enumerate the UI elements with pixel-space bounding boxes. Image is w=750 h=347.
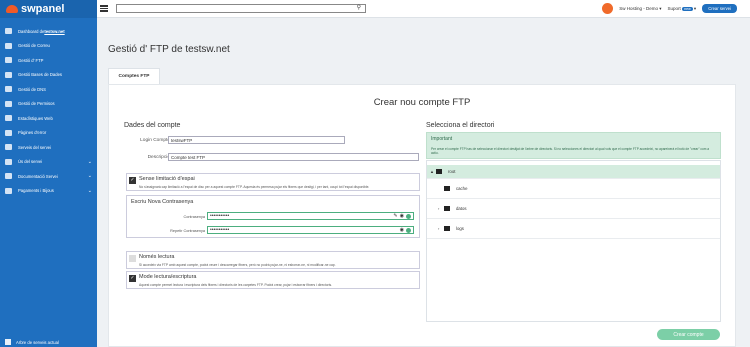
sidebar-item-databases[interactable]: Gestió Bases de Dades <box>0 68 97 83</box>
sidebar-item-error-pages[interactable]: Pàgines d'error <box>0 126 97 141</box>
sidebar-nav: Dashboard de testsw.net Gestió de Correu… <box>0 18 97 198</box>
chevron-down-icon: ⌄ <box>87 158 92 165</box>
stats-icon <box>5 115 12 122</box>
read-write-checkbox[interactable]: ✓ <box>129 275 136 282</box>
sidebar: swpanel Dashboard de testsw.net Gestió d… <box>0 0 97 347</box>
monitor-icon <box>5 28 12 35</box>
sidebar-item-service-services[interactable]: Serveis del servei <box>0 140 97 155</box>
tree-icon <box>5 339 11 345</box>
option-read-write[interactable]: ✓ Mode lectura/escriptura Aquest compte … <box>126 271 420 289</box>
sidebar-item-ftp[interactable]: Gestió d' FTP <box>0 53 97 68</box>
sidebar-item-payments[interactable]: Pagaments i Bijous ⌄ <box>0 184 97 199</box>
tree-node-datos[interactable]: › datos <box>427 199 720 219</box>
folder-icon <box>444 226 450 231</box>
swpanel-logo-icon <box>6 5 18 13</box>
important-title: Important <box>431 136 453 142</box>
new-password-title: Escriu Nova Contrasenya <box>131 199 194 205</box>
option-unlimited-space[interactable]: ✓ Sense limitació d'espai No s'assignarà… <box>126 173 420 191</box>
unlimited-space-title: Sense limitació d'espai <box>139 176 195 182</box>
important-desc: Per crear el compte FTP has de seleccion… <box>431 147 710 156</box>
folder-icon <box>5 57 12 64</box>
sidebar-footer-service-tree[interactable]: Arbre de serveis actual <box>5 339 59 345</box>
brand-name: swpanel <box>21 3 65 15</box>
unlimited-space-checkbox[interactable]: ✓ <box>129 177 136 184</box>
password-label: Contrasenya <box>183 215 205 219</box>
avatar[interactable] <box>602 3 614 14</box>
tree-node-logs[interactable]: › logs <box>427 219 720 239</box>
support-menu[interactable]: Suport new ▾ <box>668 6 696 12</box>
read-only-title: Només lectura <box>139 254 175 260</box>
unlimited-space-desc: No s'assignarà cap limitació a l'espai d… <box>139 185 370 189</box>
create-service-button[interactable]: Crear servei <box>702 4 737 13</box>
account-data-heading: Dades del compte <box>124 122 181 129</box>
tree-node-cache[interactable]: cache <box>427 179 720 199</box>
repeat-password-label: Repetir Contrasenya <box>170 229 205 233</box>
login-field[interactable]: testswFTP <box>168 136 345 144</box>
login-label: Login Compte <box>140 138 170 143</box>
sidebar-item-dns[interactable]: Gestió de DNS <box>0 82 97 97</box>
chevron-down-icon: ⌄ <box>87 187 92 194</box>
tree-node-root[interactable]: ▲ root <box>427 165 720 179</box>
chevron-down-icon: ⌄ <box>87 173 92 180</box>
tab-ftp-accounts[interactable]: Comptes FTP <box>108 68 160 84</box>
create-account-button[interactable]: Crear compte <box>657 329 720 340</box>
topbar: ⚲ Sw Hosting - Demo ▾ Suport new ▾ Crear… <box>97 0 750 18</box>
directory-heading: Selecciona el directori <box>426 122 495 129</box>
page-title: Gestió d' FTP de testsw.net <box>108 44 230 55</box>
description-field[interactable]: Compte test FTP <box>168 153 419 161</box>
sidebar-item-usage[interactable]: Ús del servei ⌄ <box>0 155 97 170</box>
repeat-password-field[interactable]: ••••••••••• ◉ <box>207 226 414 234</box>
eye-icon[interactable]: ◉ <box>400 227 404 233</box>
brand-logo[interactable]: swpanel <box>0 0 97 18</box>
folder-icon <box>444 206 450 211</box>
topbar-right: Sw Hosting - Demo ▾ Suport new ▾ Crear s… <box>602 3 750 14</box>
eye-icon[interactable]: ◉ <box>400 213 404 219</box>
create-ftp-card: Crear nou compte FTP Dades del compte Lo… <box>108 84 736 347</box>
globe-icon <box>5 86 12 93</box>
sidebar-item-docs[interactable]: Documentació Servei ⌄ <box>0 169 97 184</box>
folder-icon <box>436 169 442 174</box>
read-only-desc: Si accedeix via FTP amb aquest compte, p… <box>139 263 336 267</box>
sidebar-item-mail[interactable]: Gestió de Correu <box>0 39 97 54</box>
password-field[interactable]: ••••••••••• ✎ ◉ <box>207 212 414 220</box>
pencil-icon[interactable]: ✎ <box>393 213 397 219</box>
description-label: Descripció <box>147 155 170 160</box>
search-input[interactable]: ⚲ <box>116 4 366 13</box>
search-icon[interactable]: ⚲ <box>357 4 361 11</box>
chart-icon <box>5 158 12 165</box>
sidebar-item-dashboard[interactable]: Dashboard de testsw.net <box>0 24 97 39</box>
book-icon <box>5 173 12 180</box>
flag-icon <box>5 100 12 107</box>
read-only-checkbox[interactable]: ✓ <box>129 255 136 262</box>
valid-check-icon <box>406 227 411 233</box>
envelope-icon <box>5 42 12 49</box>
account-selector[interactable]: Sw Hosting - Demo ▾ <box>619 6 661 12</box>
option-read-only[interactable]: ✓ Només lectura Si accedeix via FTP amb … <box>126 251 420 269</box>
folder-icon <box>444 186 450 191</box>
sidebar-item-permissions[interactable]: Gestió de Permisos <box>0 97 97 112</box>
directory-tree: ▲ root cache › datos › logs <box>426 160 721 322</box>
sidebar-item-web-stats[interactable]: Estadístiques Web <box>0 111 97 126</box>
hamburger-menu-icon[interactable] <box>100 5 108 12</box>
support-badge: new <box>682 6 693 11</box>
database-icon <box>5 71 12 78</box>
valid-check-icon <box>406 213 411 219</box>
new-password-box: Escriu Nova Contrasenya Contrasenya ••••… <box>126 195 420 238</box>
wallet-icon <box>5 187 12 194</box>
important-notice: Important Per crear el compte FTP has de… <box>426 132 721 159</box>
read-write-desc: Aquest compte permet lectura i escriptur… <box>139 283 333 287</box>
card-title: Crear nou compte FTP <box>373 97 471 108</box>
server-icon <box>5 144 12 151</box>
document-icon <box>5 129 12 136</box>
read-write-title: Mode lectura/escriptura <box>139 274 197 280</box>
